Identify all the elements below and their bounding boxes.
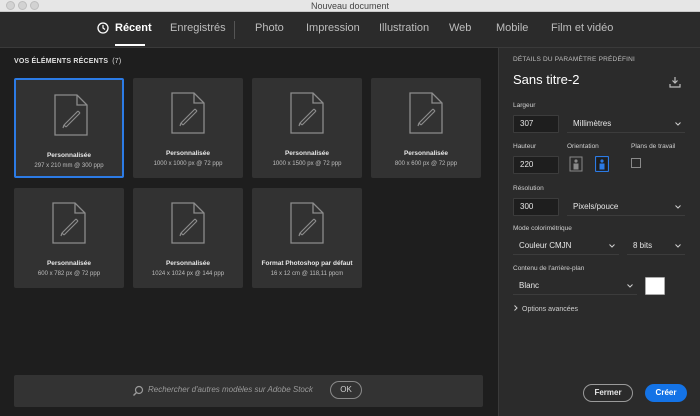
document-name-field[interactable]: Sans titre-2 bbox=[513, 72, 579, 87]
chevron-down-icon bbox=[609, 244, 615, 248]
background-color-swatch[interactable] bbox=[645, 277, 665, 295]
search-icon bbox=[133, 385, 144, 396]
tab-print[interactable]: Impression bbox=[306, 22, 360, 34]
document-icon bbox=[171, 202, 205, 244]
document-icon bbox=[54, 94, 88, 136]
tab-mobile[interactable]: Mobile bbox=[496, 22, 528, 34]
tab-film-video[interactable]: Film et vidéo bbox=[551, 22, 613, 34]
recent-item-card[interactable]: Personnalisée 1024 x 1024 px @ 144 ppp bbox=[133, 188, 243, 288]
color-mode-value: Couleur CMJN bbox=[519, 241, 572, 250]
close-button[interactable]: Fermer bbox=[583, 384, 633, 402]
stock-search-bar: Rechercher d'autres modèles sur Adobe St… bbox=[14, 375, 483, 407]
window-title: Nouveau document bbox=[310, 1, 390, 11]
recent-item-size: 600 x 782 px @ 72 ppp bbox=[37, 271, 101, 277]
document-icon bbox=[52, 202, 86, 244]
height-input[interactable]: 220 bbox=[513, 156, 559, 174]
recent-item-card[interactable]: Format Photoshop par défaut 16 x 12 cm @… bbox=[252, 188, 362, 288]
landscape-orientation-icon[interactable] bbox=[595, 156, 609, 172]
bit-depth-value: 8 bits bbox=[633, 241, 653, 250]
chevron-down-icon bbox=[675, 122, 681, 126]
background-select[interactable]: Blanc bbox=[513, 277, 637, 295]
resolution-label: Résolution bbox=[513, 185, 544, 192]
recent-item-name: Personnalisée bbox=[165, 150, 211, 157]
artboards-label: Plans de travail bbox=[631, 143, 676, 150]
recent-item-card[interactable]: Personnalisée 800 x 600 px @ 72 ppp bbox=[371, 78, 481, 178]
document-icon bbox=[290, 92, 324, 134]
recent-item-card[interactable]: Personnalisée 1000 x 1500 px @ 72 ppp bbox=[252, 78, 362, 178]
recent-item-size: 1024 x 1024 px @ 144 ppp bbox=[151, 271, 225, 277]
portrait-orientation-icon[interactable] bbox=[569, 156, 583, 172]
bit-depth-select[interactable]: 8 bits bbox=[627, 237, 685, 255]
document-icon bbox=[409, 92, 443, 134]
recent-item-name: Format Photoshop par défaut bbox=[261, 260, 353, 267]
recent-item-name: Personnalisée bbox=[46, 260, 92, 267]
preset-heading: DÉTAILS DU PARAMÈTRE PRÉDÉFINI bbox=[513, 56, 636, 63]
color-mode-select[interactable]: Couleur CMJN bbox=[513, 237, 619, 255]
tab-web[interactable]: Web bbox=[449, 22, 471, 34]
advanced-options-label: Options avancées bbox=[522, 306, 579, 313]
recent-items-area: VOS ÉLÉMENTS RÉCENTS (7) Personnalisée 29… bbox=[0, 48, 498, 416]
color-mode-label: Mode colorimétrique bbox=[513, 225, 572, 232]
recent-item-card[interactable]: Personnalisée 1000 x 1000 px @ 72 ppp bbox=[133, 78, 243, 178]
recent-item-card[interactable]: Personnalisée 297 x 210 mm @ 300 ppp bbox=[14, 78, 124, 178]
document-icon bbox=[171, 92, 205, 134]
width-unit-select[interactable]: Millimètres bbox=[567, 115, 685, 133]
tab-divider bbox=[234, 21, 235, 39]
stock-search-input[interactable]: Rechercher d'autres modèles sur Adobe St… bbox=[148, 385, 313, 394]
resolution-unit-value: Pixels/pouce bbox=[573, 202, 619, 211]
create-button[interactable]: Créer bbox=[645, 384, 687, 402]
height-label: Hauteur bbox=[513, 143, 537, 150]
active-tab-indicator bbox=[115, 44, 145, 46]
recent-count: (7) bbox=[112, 58, 122, 65]
recent-item-name: Personnalisée bbox=[284, 150, 330, 157]
background-value: Blanc bbox=[519, 281, 540, 290]
background-label: Contenu de l'arrière-plan bbox=[513, 265, 585, 272]
recent-title: VOS ÉLÉMENTS RÉCENTS bbox=[14, 58, 109, 65]
document-icon bbox=[290, 202, 324, 244]
width-unit-value: Millimètres bbox=[573, 119, 612, 128]
chevron-down-icon bbox=[675, 244, 681, 248]
recent-section-title: VOS ÉLÉMENTS RÉCENTS (7) bbox=[14, 58, 121, 65]
artboards-checkbox[interactable] bbox=[631, 158, 641, 168]
recent-item-size: 16 x 12 cm @ 118,11 ppcm bbox=[270, 271, 344, 277]
recent-item-name: Personnalisée bbox=[46, 152, 92, 159]
resolution-input[interactable]: 300 bbox=[513, 198, 559, 216]
width-label: Largeur bbox=[513, 102, 536, 109]
clock-icon bbox=[97, 22, 109, 34]
recent-item-card[interactable]: Personnalisée 600 x 782 px @ 72 ppp bbox=[14, 188, 124, 288]
resolution-unit-select[interactable]: Pixels/pouce bbox=[567, 198, 685, 216]
tab-saved[interactable]: Enregistrés bbox=[170, 22, 226, 34]
recent-item-size: 800 x 600 px @ 72 ppp bbox=[394, 161, 458, 167]
tab-recent[interactable]: Récent bbox=[115, 22, 152, 34]
recent-item-size: 1000 x 1500 px @ 72 ppp bbox=[272, 161, 342, 167]
width-input[interactable]: 307 bbox=[513, 115, 559, 133]
chevron-down-icon bbox=[675, 205, 681, 209]
tab-illustration[interactable]: Illustration bbox=[379, 22, 429, 34]
recent-item-size: 1000 x 1000 px @ 72 ppp bbox=[153, 161, 223, 167]
preset-details-panel: DÉTAILS DU PARAMÈTRE PRÉDÉFINI Sans titr… bbox=[498, 48, 700, 416]
save-preset-icon[interactable] bbox=[669, 76, 681, 88]
orientation-label: Orientation bbox=[567, 143, 599, 150]
chevron-right-icon bbox=[514, 305, 518, 311]
category-tabbar: Récent Enregistrés Photo Impression Illu… bbox=[0, 12, 700, 48]
advanced-options-toggle[interactable]: Options avancées bbox=[513, 305, 578, 313]
search-ok-button[interactable]: OK bbox=[330, 381, 362, 399]
recent-item-name: Personnalisée bbox=[403, 150, 449, 157]
chevron-down-icon bbox=[627, 284, 633, 288]
recent-item-size: 297 x 210 mm @ 300 ppp bbox=[34, 163, 104, 169]
window-titlebar: Nouveau document bbox=[0, 0, 700, 12]
recent-item-name: Personnalisée bbox=[165, 260, 211, 267]
tab-photo[interactable]: Photo bbox=[255, 22, 284, 34]
